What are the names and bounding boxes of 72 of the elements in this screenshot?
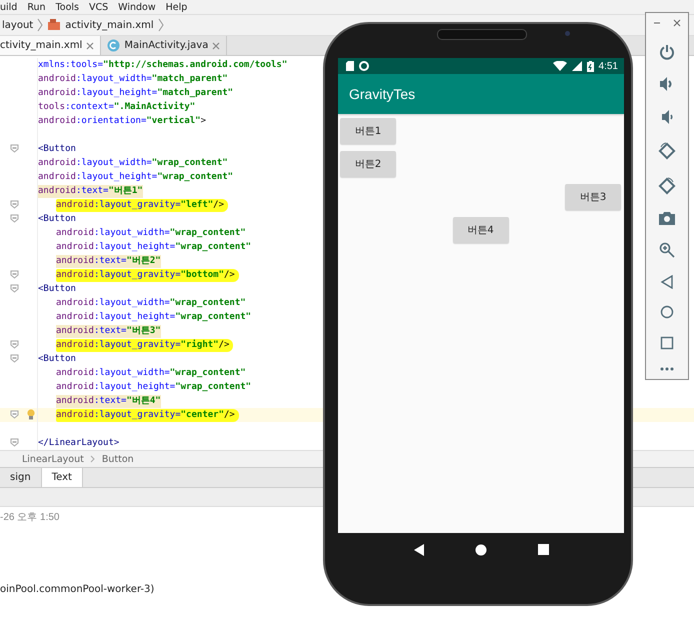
fold-marker-icon[interactable] — [10, 144, 19, 153]
fold-marker-icon[interactable] — [10, 200, 19, 209]
more-icon[interactable] — [660, 366, 674, 371]
code-line: android:layout_height="wrap_content" — [56, 310, 252, 324]
code-line: xmlns:tools="http://schemas.android.com/tools" — [38, 58, 288, 72]
clock: 4:51 — [598, 60, 618, 72]
signal-icon — [572, 61, 582, 71]
fold-marker-icon[interactable] — [10, 354, 19, 363]
menu-item[interactable]: Help — [166, 2, 188, 12]
app-button[interactable]: 버튼2 — [340, 151, 396, 177]
code-line: android:layout_height="wrap_content" — [56, 240, 252, 254]
back-icon[interactable] — [413, 544, 426, 556]
sd-card-icon — [346, 61, 354, 71]
rotate-left-icon[interactable] — [658, 142, 676, 160]
menu-item[interactable]: VCS — [88, 2, 108, 12]
wifi-icon — [552, 61, 567, 71]
code-line: </LinearLayout> — [38, 436, 120, 450]
menu-item[interactable]: Run — [27, 2, 46, 12]
volume-down-icon[interactable] — [659, 109, 675, 126]
fold-marker-icon[interactable] — [10, 284, 19, 293]
code-line: <Button — [38, 352, 76, 366]
battery-icon — [586, 60, 594, 72]
code-line: android:layout_width="wrap_content" — [56, 366, 246, 380]
app-title: GravityTes — [349, 86, 416, 102]
zoom-icon[interactable] — [659, 242, 675, 258]
log-line: -26 오후 1:50 — [0, 511, 60, 524]
fold-marker-icon[interactable] — [10, 270, 19, 279]
log-line: oinPool.commonPool-worker-3) — [0, 584, 156, 597]
menu-item[interactable]: Window — [118, 2, 156, 12]
code-line: android:layout_width="match_parent" — [38, 72, 228, 86]
home-icon[interactable] — [475, 544, 488, 556]
fold-marker-icon[interactable] — [10, 410, 19, 419]
class-icon — [107, 39, 120, 52]
power-icon[interactable] — [659, 44, 675, 60]
fold-marker-icon[interactable] — [10, 438, 19, 447]
chevron-icon — [158, 18, 164, 32]
menu-item[interactable]: uild — [0, 2, 18, 12]
editor-mode-tab[interactable]: Text — [42, 468, 83, 487]
chevron-icon — [37, 18, 44, 32]
app-button[interactable]: 버튼3 — [565, 184, 621, 210]
fold-marker-icon[interactable] — [10, 340, 19, 349]
code-line: tools:context=".MainActivity" — [38, 100, 196, 114]
code-line: android:layout_height="wrap_content" — [56, 380, 252, 394]
chevron-icon — [90, 454, 96, 464]
lightbulb-icon[interactable] — [27, 409, 35, 420]
code-line: android:layout_height="wrap_content" — [38, 170, 234, 184]
file-tab[interactable]: ctivity_main.xml — [0, 36, 102, 55]
code-line: android:layout_width="wrap_content" — [38, 156, 228, 170]
close-icon[interactable] — [86, 42, 94, 50]
close-icon[interactable] — [212, 42, 220, 50]
code-line: android:layout_height="match_parent" — [38, 86, 234, 100]
camera-icon[interactable] — [659, 211, 675, 226]
code-line: android:layout_width="wrap_content" — [56, 296, 246, 310]
code-line: android:layout_width="wrap_content" — [56, 226, 246, 240]
menu-item[interactable]: Tools — [56, 2, 79, 12]
rotate-right-icon[interactable] — [658, 176, 676, 195]
breadcrumb-item[interactable]: LinearLayout — [22, 454, 84, 464]
camera-dot — [565, 31, 570, 36]
circle-icon — [359, 61, 369, 71]
xml-file-icon — [47, 19, 62, 31]
code-line: <Button — [38, 142, 76, 156]
code-line: <Button — [38, 282, 76, 296]
close-icon[interactable] — [673, 19, 681, 27]
fold-marker-icon[interactable] — [10, 214, 19, 223]
app-button[interactable]: 버튼4 — [452, 217, 508, 243]
code-line: android:orientation="vertical"> — [38, 114, 206, 128]
breadcrumb-item[interactable]: Button — [102, 454, 134, 464]
recents-icon[interactable] — [538, 544, 549, 555]
breadcrumb-item[interactable]: layout — [2, 20, 34, 30]
breadcrumb-item[interactable]: activity_main.xml — [65, 20, 154, 30]
code-line: <Button — [38, 212, 76, 226]
app-button[interactable]: 버튼1 — [340, 118, 396, 144]
